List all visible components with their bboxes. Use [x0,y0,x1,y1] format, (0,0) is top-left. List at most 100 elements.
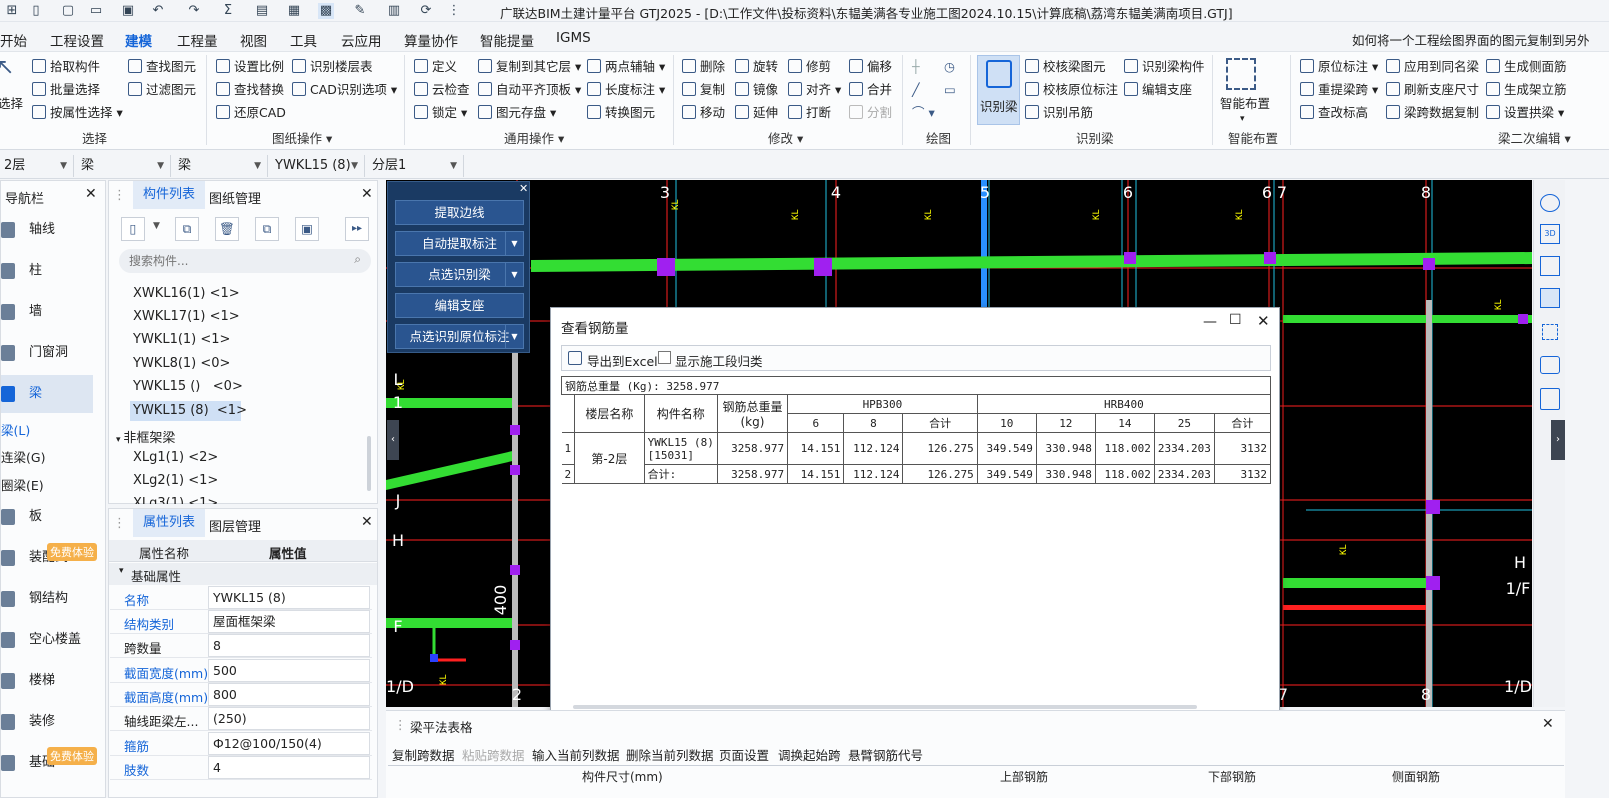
nav-item-decoration[interactable]: 装修 [1,703,101,741]
select-arrow-icon[interactable]: ↖ [0,57,20,90]
arc-draw-icon[interactable]: ⌒ ▾ [912,105,935,121]
extend-button[interactable]: 延伸 [735,105,778,121]
close-icon[interactable]: ✕ [1257,312,1270,330]
refresh-support-button[interactable]: 刷新支座尺寸 [1386,82,1479,98]
undo-icon[interactable]: ↶ [150,3,166,19]
export-excel-button[interactable]: 导出到Excel [587,351,658,370]
find-element-button[interactable]: 查找图元 [128,59,196,75]
cube-view-icon[interactable] [1540,288,1560,308]
rect-draw-icon[interactable]: ▭ [944,82,956,98]
3d-view-icon[interactable]: 3D [1540,224,1560,244]
point-draw-icon[interactable]: ┼ [912,59,920,75]
nav-item-hollow-slab[interactable]: 空心楼盖 [1,621,101,659]
prop-section[interactable]: ▾ 基础属性 [109,563,377,585]
list-item[interactable]: XWKL17(1) <1> [133,309,240,324]
menu-view[interactable]: 视图 [240,30,267,50]
sum-icon[interactable]: Σ [220,3,236,19]
search-icon[interactable]: ⌕ [354,252,361,267]
menu-smart-extract[interactable]: 智能提量 [480,30,534,50]
side-rebar-button[interactable]: 生成侧面筋 [1486,59,1567,75]
category-select[interactable]: 梁 ▼ [77,155,171,177]
new-file-icon[interactable]: ▯ [28,3,44,19]
attr-select-button[interactable]: 按属性选择 ▾ [32,105,123,121]
grid-icon[interactable]: ▦ [286,3,302,19]
minimize-icon[interactable]: — [1203,314,1217,330]
break-button[interactable]: 打断 [788,105,831,121]
extract-edge-button[interactable]: 提取边线 [395,200,524,225]
recognize-icon[interactable]: ▩ [318,3,334,19]
open-folder-icon[interactable]: ▭ [88,3,104,19]
recognize-inplace-button[interactable]: 点选识别原位标注 ▼ [395,324,524,349]
list-item[interactable]: XLg3(1) <1> [133,496,218,504]
close-icon[interactable]: ✕ [1542,716,1554,732]
apply-same-name-button[interactable]: 应用到同名梁 [1386,59,1479,75]
arch-beam-button[interactable]: 设置拱梁 ▾ [1486,105,1564,121]
close-icon[interactable]: ✕ [361,186,373,202]
nav-sub-link-beam[interactable]: 连梁(G) [1,447,45,466]
auto-extract-mark-button[interactable]: 自动提取标注 ▼ [395,231,524,256]
trim-button[interactable]: 修剪 [788,59,831,75]
close-icon[interactable]: ✕ [519,182,528,195]
prop-value[interactable]: 4 [208,756,370,779]
expand-left-icon[interactable]: ‹ [387,420,399,460]
tab-component-list[interactable]: 构件列表 [133,181,206,209]
nav-item-wall[interactable]: 墙 [1,293,101,331]
batch-select-button[interactable]: 批量选择 [32,82,100,98]
nav-sub-beam-l[interactable]: 梁(L) [1,420,30,439]
fullscreen-icon[interactable] [1542,324,1558,340]
define-button[interactable]: 定义 [414,59,457,75]
swap-start-span-button[interactable]: 调换起始跨 [778,745,841,764]
component-select[interactable]: YWKL15 (8) ▼ [271,155,365,177]
view-icon[interactable]: ▤ [254,3,270,19]
report-icon[interactable] [1540,388,1560,410]
inplace-mark-button[interactable]: 原位标注 ▾ [1300,59,1378,75]
convert-element-button[interactable]: 转换图元 [587,105,655,121]
copy-span-data-button[interactable]: 复制跨数据 [392,745,455,764]
check-beam-button[interactable]: 校核梁图元 [1025,59,1106,75]
list-item[interactable]: XWKL16(1) <1> [133,286,240,301]
mirror-button[interactable]: 镜像 [735,82,778,98]
set-scale-button[interactable]: 设置比例 [216,59,284,75]
refresh-icon[interactable]: ⟳ [418,3,434,19]
save-icon[interactable]: ▣ [120,3,136,19]
delete-button[interactable]: 删除 [682,59,725,75]
smart-layout-dropdown-icon[interactable]: ▾ [1240,111,1245,127]
tab-layer-manage[interactable]: 图层管理 [209,516,261,535]
prop-value[interactable]: 800 [208,683,370,706]
nav-item-column[interactable]: 柱 [1,252,101,290]
new-component-icon[interactable]: ▯ [121,217,145,241]
layer-icon[interactable]: ▥ [386,3,402,19]
input-column-data-button[interactable]: 输入当前列数据 [532,745,620,764]
chevron-down-icon[interactable]: ▼ [505,232,523,255]
erect-rebar-button[interactable]: 生成架立筋 [1486,82,1567,98]
nav-item-door-window[interactable]: 门窗洞 [1,334,101,372]
auto-flat-button[interactable]: 自动平齐顶板 ▾ [478,82,581,98]
merge-button[interactable]: 合并 [849,82,892,98]
nav-item-axis[interactable]: 轴线 [1,211,101,249]
recognize-beam-comp-button[interactable]: 识别梁构件 [1124,59,1205,75]
cantilever-code-button[interactable]: 悬臂钢筋代号 [848,745,923,764]
page-setup-button[interactable]: 页面设置 [719,745,769,764]
list-item-selected[interactable]: YWKL15 (8) <1> [130,401,247,421]
help-search[interactable]: 如何将一个工程绘图界面的图元复制到另外 [1352,30,1609,49]
copy-other-floor-button[interactable]: 复制到其它层 ▾ [478,59,581,75]
prop-value[interactable]: 屋面框架梁 [208,610,370,633]
redo-icon[interactable]: ↷ [186,3,202,19]
cloud-check-button[interactable]: 云检查 [414,82,470,98]
recognize-layer-table-button[interactable]: 识别楼层表 [292,59,373,75]
element-store-button[interactable]: 图元存盘 ▾ [478,105,556,121]
clock-icon[interactable]: ◷ [944,59,955,75]
scrollbar[interactable] [367,436,371,491]
list-item[interactable]: YWKL15 () <0> [133,379,243,394]
layer-copy-icon[interactable]: ⧉ [255,217,279,241]
close-icon[interactable]: ✕ [361,514,373,530]
smart-layout-button[interactable]: 智能布置 [1220,96,1270,112]
tab-properties[interactable]: 属性列表 [133,509,206,537]
pen-icon[interactable]: ✎ [352,3,368,19]
length-mark-button[interactable]: 长度标注 ▾ [587,82,665,98]
table-row[interactable]: 2 合计: 3258.977 14.151 112.124 126.275 34… [561,464,1271,484]
nav-sub-ring-beam[interactable]: 圈梁(E) [1,475,44,494]
paste-span-data-button[interactable]: 粘贴跨数据 [462,745,525,764]
check-height-button[interactable]: 查改标高 [1300,105,1368,121]
pick-component-button[interactable]: 拾取构件 [32,59,100,75]
